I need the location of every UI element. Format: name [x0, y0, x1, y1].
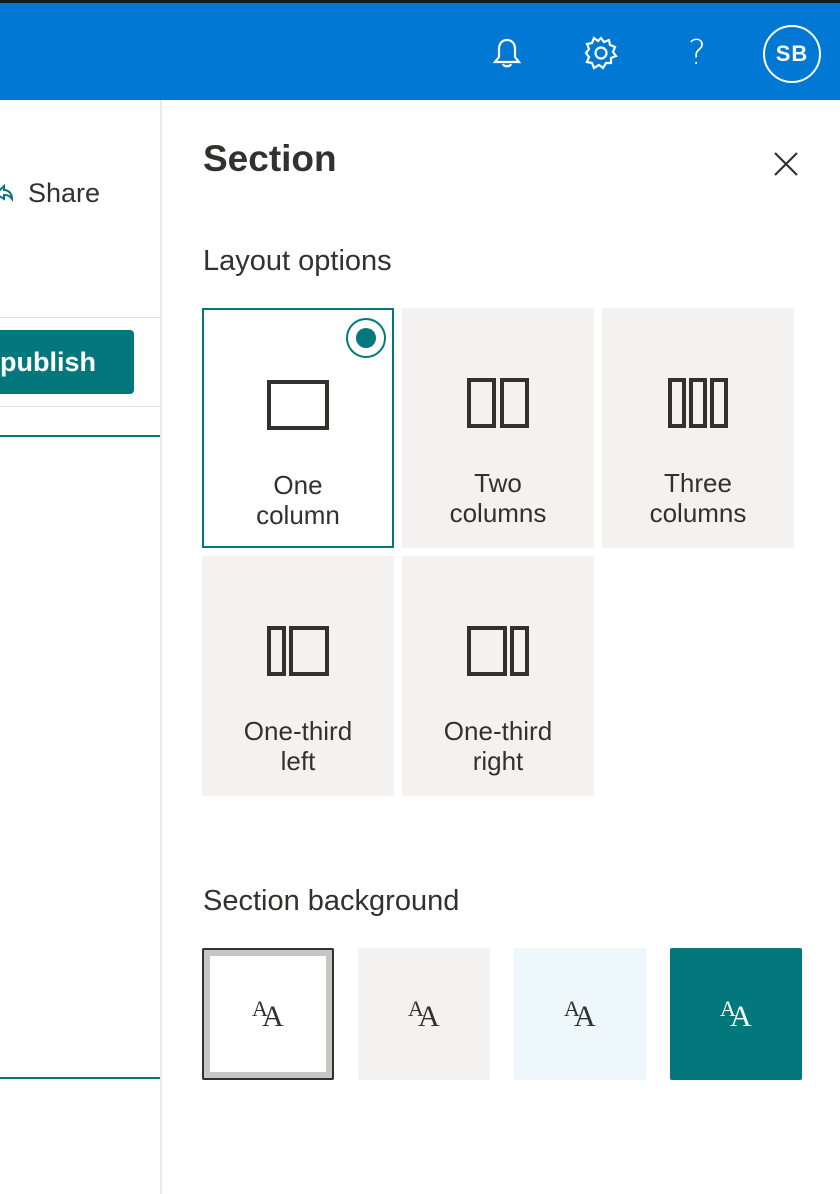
- background-neutral-swatch[interactable]: AA: [358, 948, 490, 1080]
- layout-one-column[interactable]: One column: [202, 308, 394, 548]
- section-bottom-border: [0, 1077, 160, 1079]
- help-button[interactable]: ?: [677, 33, 717, 73]
- publish-label: publish: [0, 346, 96, 377]
- settings-button[interactable]: [581, 33, 621, 73]
- selected-radio-icon: [346, 318, 386, 358]
- page-canvas: Share publish: [0, 100, 160, 1194]
- font-size-icon: AA: [252, 996, 284, 1033]
- layout-label: One-third right: [443, 716, 553, 776]
- one-third-right-icon: [467, 626, 529, 676]
- close-icon: [774, 152, 798, 176]
- layout-label: One column: [256, 470, 340, 530]
- three-columns-icon: [668, 378, 728, 428]
- background-none-swatch[interactable]: AA: [202, 948, 334, 1080]
- close-button[interactable]: [766, 144, 806, 184]
- layout-label: One-third left: [243, 716, 353, 776]
- notifications-button[interactable]: [487, 33, 527, 73]
- panel-title: Section: [203, 138, 337, 179]
- font-size-icon: AA: [564, 996, 596, 1033]
- font-size-icon: AA: [720, 996, 752, 1033]
- share-icon: [0, 183, 14, 202]
- bell-icon: [492, 38, 522, 68]
- toolbar-divider: [0, 317, 160, 318]
- share-button[interactable]: Share: [0, 178, 100, 209]
- layout-one-third-right[interactable]: One-third right: [402, 556, 594, 796]
- two-columns-icon: [467, 378, 529, 428]
- layout-two-columns[interactable]: Two columns: [402, 308, 594, 548]
- background-soft-swatch[interactable]: AA: [514, 948, 646, 1080]
- share-label: Share: [28, 178, 101, 208]
- suite-header: ? SB: [0, 0, 840, 100]
- layout-label: Two columns: [449, 468, 547, 528]
- font-size-icon: AA: [408, 996, 440, 1033]
- section-top-border: [0, 435, 160, 437]
- publish-button[interactable]: publish: [0, 330, 134, 394]
- one-third-left-icon: [267, 626, 329, 676]
- layout-options-heading: Layout options: [203, 245, 392, 277]
- help-icon: ?: [687, 33, 707, 73]
- section-background-heading: Section background: [203, 885, 460, 917]
- layout-three-columns[interactable]: Three columns: [602, 308, 794, 548]
- avatar[interactable]: SB: [763, 25, 821, 83]
- gear-icon: [584, 36, 618, 70]
- command-bar-divider: [0, 406, 160, 407]
- layout-one-third-left[interactable]: One-third left: [202, 556, 394, 796]
- avatar-initials: SB: [775, 41, 809, 66]
- layout-label: Three columns: [649, 468, 747, 528]
- one-column-icon: [267, 380, 329, 430]
- background-strong-swatch[interactable]: AA: [670, 948, 802, 1080]
- panel-divider: [160, 100, 162, 1194]
